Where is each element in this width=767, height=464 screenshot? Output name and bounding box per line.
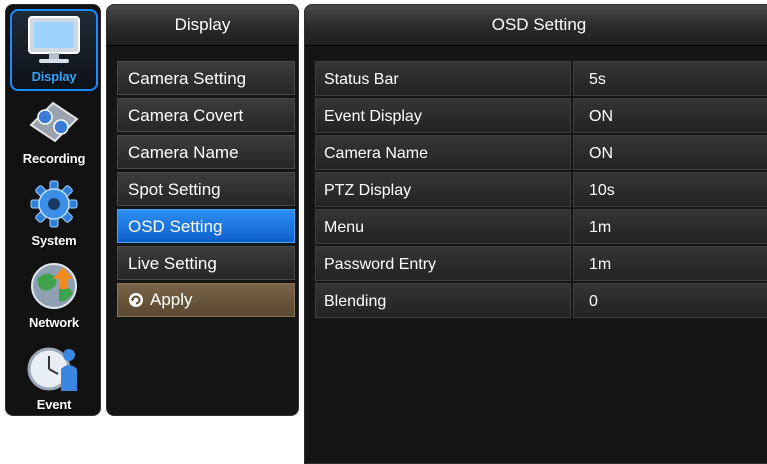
sidebar-item-label: System (31, 233, 77, 248)
gear-icon (19, 175, 89, 233)
apply-label: Apply (150, 290, 193, 309)
osd-settings-panel: OSD Setting Status Bar 5s Event Display … (304, 4, 767, 464)
setting-row-camera-name: Camera Name ON (315, 135, 767, 172)
sidebar-item-network[interactable]: Network (10, 257, 98, 339)
display-submenu: Display Camera Setting Camera Covert Cam… (106, 4, 299, 416)
setting-row-ptz-display: PTZ Display 10s (315, 172, 767, 209)
setting-label: PTZ Display (315, 172, 571, 207)
setting-label: Blending (315, 283, 571, 318)
setting-row-status-bar: Status Bar 5s (315, 61, 767, 98)
setting-label: Password Entry (315, 246, 571, 281)
submenu-title: Display (107, 5, 298, 46)
menu-item-osd-setting[interactable]: OSD Setting (117, 209, 295, 243)
setting-label: Camera Name (315, 135, 571, 170)
setting-value-select[interactable]: 1m (573, 209, 767, 244)
setting-value-select[interactable]: 5s (573, 61, 767, 96)
setting-value-select[interactable]: 0 (573, 283, 767, 318)
sidebar-item-label: Recording (22, 151, 86, 166)
panel-title: OSD Setting (305, 5, 767, 46)
setting-value-select[interactable]: 10s (573, 172, 767, 207)
setting-label: Event Display (315, 98, 571, 133)
monitor-icon (19, 11, 89, 69)
clock-person-icon (19, 339, 89, 397)
menu-item-live-setting[interactable]: Live Setting (117, 246, 295, 280)
settings-table: Status Bar 5s Event Display ON Camera Na… (315, 61, 767, 320)
menu-item-camera-setting[interactable]: Camera Setting (117, 61, 295, 95)
setting-row-password-entry: Password Entry 1m (315, 246, 767, 283)
sidebar-item-event[interactable]: Event (10, 339, 98, 421)
menu-item-spot-setting[interactable]: Spot Setting (117, 172, 295, 206)
sidebar-item-system[interactable]: System (10, 175, 98, 257)
menu-item-camera-covert[interactable]: Camera Covert (117, 98, 295, 132)
sidebar-item-label: Event (36, 397, 72, 412)
sidebar-item-label: Network (29, 315, 79, 330)
apply-button[interactable]: Apply (117, 283, 295, 317)
sidebar-item-display[interactable]: Display (10, 9, 98, 91)
menu-item-camera-name[interactable]: Camera Name (117, 135, 295, 169)
setting-row-event-display: Event Display ON (315, 98, 767, 135)
setting-value-select[interactable]: 1m (573, 246, 767, 281)
globe-icon (19, 257, 89, 315)
film-reel-icon (19, 93, 89, 151)
refresh-icon (129, 293, 143, 307)
main-category-sidebar: Display Recording System Network Event (5, 4, 101, 416)
setting-row-menu: Menu 1m (315, 209, 767, 246)
setting-label: Menu (315, 209, 571, 244)
setting-row-blending: Blending 0 (315, 283, 767, 320)
sidebar-item-recording[interactable]: Recording (10, 93, 98, 175)
setting-label: Status Bar (315, 61, 571, 96)
setting-value-select[interactable]: ON (573, 98, 767, 133)
setting-value-select[interactable]: ON (573, 135, 767, 170)
sidebar-item-label: Display (31, 69, 77, 84)
